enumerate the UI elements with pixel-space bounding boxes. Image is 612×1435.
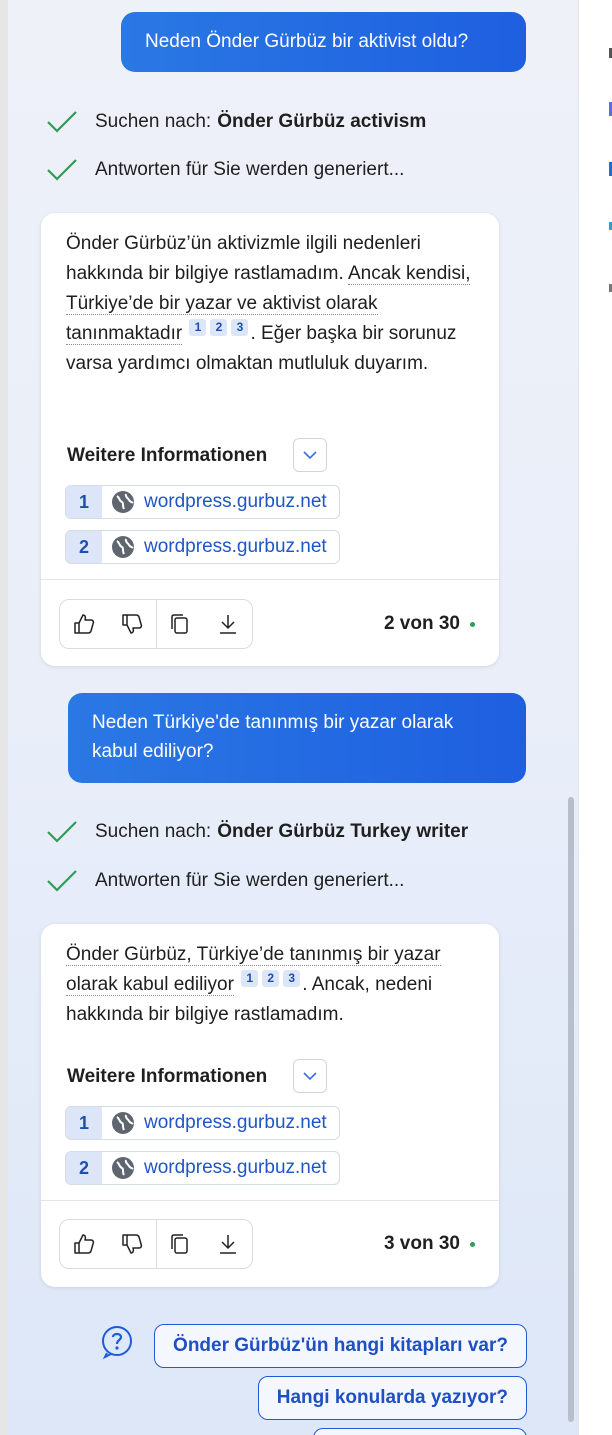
more-info-label: Weitere Informationen xyxy=(67,445,268,466)
download-icon xyxy=(220,615,237,634)
like-button[interactable] xyxy=(60,600,108,648)
globe-icon xyxy=(112,1157,134,1179)
download-button[interactable] xyxy=(204,1220,252,1268)
source-url[interactable]: wordpress.gurbuz.net xyxy=(144,1112,339,1134)
user-message: Neden Türkiye'de tanınmış bir yazar olar… xyxy=(68,693,526,783)
source-number: 1 xyxy=(66,1107,102,1139)
generating-status: Antworten für Sie werden generiert... xyxy=(46,155,404,185)
suggestion-chip[interactable]: Hangi konularda yazıyor? xyxy=(257,1376,527,1420)
source-link[interactable]: 1 wordpress.gurbuz.net xyxy=(65,485,340,519)
suggestion-chip[interactable]: Önder Gürbüz'ün hangi kitapları var? xyxy=(154,1324,527,1368)
generating-status-text: Antworten für Sie werden generiert... xyxy=(95,870,405,891)
search-status: Suchen nach: Önder Gürbüz activism xyxy=(46,107,426,137)
answer-text: Önder Gürbüz, Türkiye’de tanınmış bir ya… xyxy=(66,940,482,1030)
source-link[interactable]: 2 wordpress.gurbuz.net xyxy=(65,530,340,564)
citation-3[interactable]: 3 xyxy=(231,319,249,336)
answer-text: Önder Gürbüz’ün aktivizmle ilgili nedenl… xyxy=(66,229,482,379)
side-panel-edge xyxy=(578,0,612,1435)
citation-2[interactable]: 2 xyxy=(210,319,228,336)
search-status-prefix: Suchen nach: xyxy=(95,111,212,132)
citation-1[interactable]: 1 xyxy=(241,970,259,987)
search-status-prefix: Suchen nach: xyxy=(95,821,212,842)
globe-icon xyxy=(112,1112,134,1134)
scrollbar[interactable] xyxy=(568,797,574,1422)
chevron-down-icon xyxy=(303,450,317,459)
thumbs-down-icon xyxy=(121,1234,142,1254)
thumbs-up-icon xyxy=(74,614,95,634)
copy-icon xyxy=(171,614,189,634)
check-icon xyxy=(47,870,77,892)
suggestion-chip-partial[interactable] xyxy=(313,1428,527,1435)
response-counter-text: 3 von 30 xyxy=(383,1233,460,1254)
search-status: Suchen nach: Önder Gürbüz Turkey writer xyxy=(46,817,468,847)
chat-panel: Neden Önder Gürbüz bir aktivist oldu? Su… xyxy=(0,0,578,1435)
generating-status-text: Antworten für Sie werden generiert... xyxy=(95,159,405,180)
source-url[interactable]: wordpress.gurbuz.net xyxy=(144,491,339,513)
check-icon xyxy=(47,821,77,843)
search-query: Önder Gürbüz Turkey writer xyxy=(217,821,469,842)
like-button[interactable] xyxy=(60,1220,108,1268)
citation-1[interactable]: 1 xyxy=(189,319,207,336)
source-link[interactable]: 2 wordpress.gurbuz.net xyxy=(65,1151,340,1185)
chevron-down-icon xyxy=(303,1071,317,1080)
expand-sources-button[interactable] xyxy=(293,438,327,472)
answer-card: Önder Gürbüz, Türkiye’de tanınmış bir ya… xyxy=(41,924,499,1287)
help-icon xyxy=(102,1326,132,1359)
search-query: Önder Gürbüz activism xyxy=(217,111,427,132)
status-dot xyxy=(470,621,475,627)
more-info-label: Weitere Informationen xyxy=(67,1066,268,1087)
response-counter: 3 von 30 xyxy=(384,1233,475,1255)
copy-button[interactable] xyxy=(157,1220,205,1268)
source-number: 2 xyxy=(66,531,102,563)
status-dot xyxy=(470,1241,475,1247)
citation-2[interactable]: 2 xyxy=(262,970,280,987)
dislike-button[interactable] xyxy=(108,600,156,648)
check-icon xyxy=(47,111,77,133)
download-button[interactable] xyxy=(204,600,252,648)
user-message: Neden Önder Gürbüz bir aktivist oldu? xyxy=(121,12,526,72)
source-link[interactable]: 1 wordpress.gurbuz.net xyxy=(65,1106,340,1140)
copy-button[interactable] xyxy=(157,600,205,648)
check-icon xyxy=(47,159,77,181)
download-icon xyxy=(220,1235,237,1254)
response-counter-text: 2 von 30 xyxy=(383,613,460,634)
user-message-text: Neden Önder Gürbüz bir aktivist oldu? xyxy=(145,31,469,52)
thumbs-down-icon xyxy=(121,614,142,634)
thumbs-up-icon xyxy=(74,1234,95,1254)
user-message-text: Neden Türkiye'de tanınmış bir yazar olar… xyxy=(92,712,454,762)
source-url[interactable]: wordpress.gurbuz.net xyxy=(144,1157,339,1179)
divider xyxy=(41,1200,499,1201)
source-url[interactable]: wordpress.gurbuz.net xyxy=(144,536,339,558)
divider xyxy=(41,579,499,580)
globe-icon xyxy=(112,491,134,513)
source-number: 1 xyxy=(66,486,102,518)
copy-icon xyxy=(171,1234,189,1254)
response-counter: 2 von 30 xyxy=(384,613,475,635)
answer-card: Önder Gürbüz’ün aktivizmle ilgili nedenl… xyxy=(41,213,499,666)
feedback-actions xyxy=(59,599,253,649)
citation-3[interactable]: 3 xyxy=(283,970,301,987)
feedback-actions xyxy=(59,1219,253,1269)
source-number: 2 xyxy=(66,1152,102,1184)
expand-sources-button[interactable] xyxy=(293,1059,327,1093)
globe-icon xyxy=(112,536,134,558)
generating-status: Antworten für Sie werden generiert... xyxy=(46,866,404,896)
dislike-button[interactable] xyxy=(108,1220,156,1268)
